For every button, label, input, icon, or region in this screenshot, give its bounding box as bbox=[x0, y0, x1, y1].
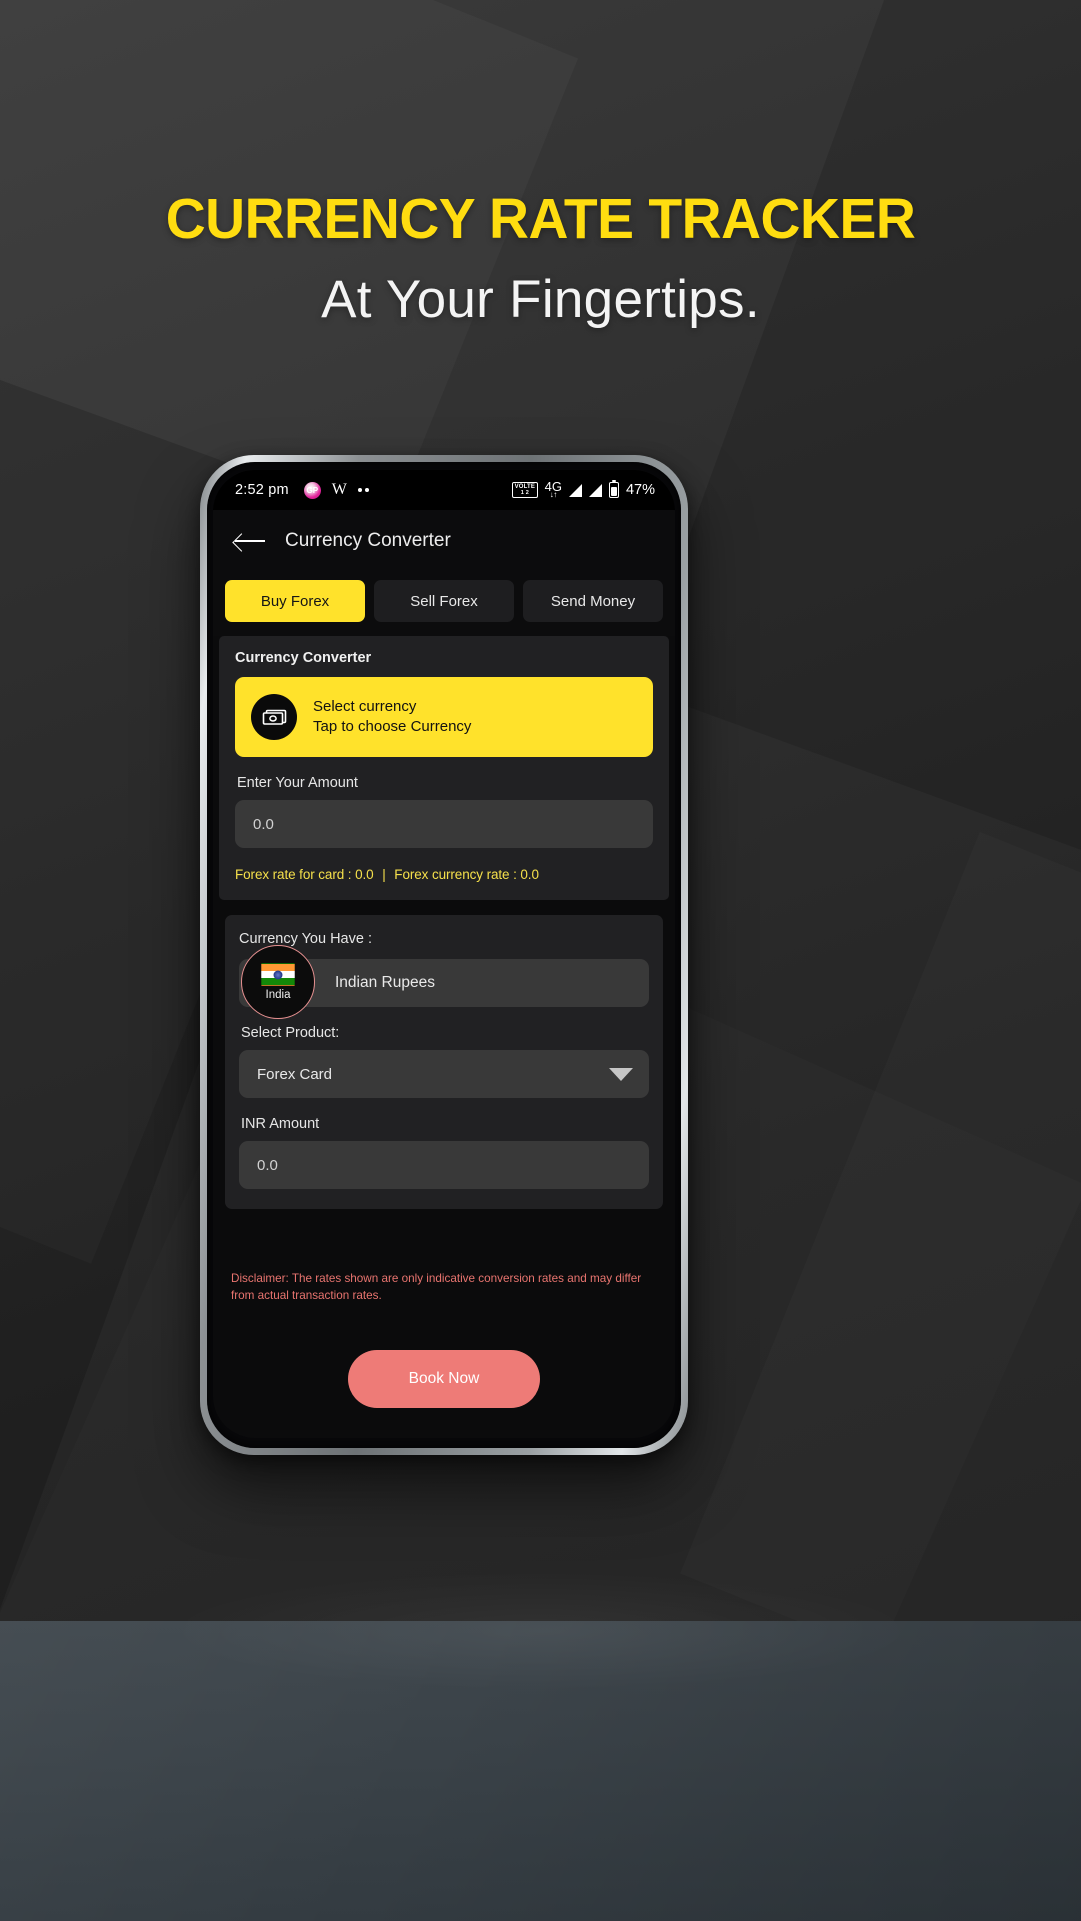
status-system-icons: VOLTE 1 2 4G ↓↑ 47% bbox=[512, 479, 655, 499]
phone-device: 2:52 pm GP W VOLTE 1 2 4G ↓↑ 47% Currenc… bbox=[200, 455, 688, 1455]
floor-glow bbox=[160, 1571, 921, 1691]
converter-card-title: Currency Converter bbox=[235, 650, 372, 666]
forex-rate-line: Forex rate for card : 0.0 | Forex curren… bbox=[235, 867, 653, 882]
status-time: 2:52 pm bbox=[235, 482, 289, 498]
book-now-button[interactable]: Book Now bbox=[348, 1350, 540, 1409]
disclaimer-text: Disclaimer: The rates shown are only ind… bbox=[231, 1272, 642, 1302]
money-notes-glyph bbox=[262, 709, 287, 725]
bg-shape-3 bbox=[633, 0, 1081, 927]
money-notes-icon bbox=[251, 694, 297, 740]
cta-container: Book Now bbox=[213, 1350, 675, 1409]
select-product-label: Select Product: bbox=[241, 1025, 340, 1041]
screen-bottom-spacer bbox=[213, 1408, 675, 1438]
amount-label: Enter Your Amount bbox=[237, 775, 358, 791]
select-currency-line2: Tap to choose Currency bbox=[313, 718, 472, 735]
forex-currency-rate: Forex currency rate : 0.0 bbox=[394, 867, 539, 882]
currency-selector-row: India Indian Rupees bbox=[239, 945, 649, 1019]
volte-label: VOLTE bbox=[514, 483, 536, 490]
wikipedia-icon: W bbox=[331, 481, 347, 498]
phone-bezel: 2:52 pm GP W VOLTE 1 2 4G ↓↑ 47% Currenc… bbox=[207, 462, 681, 1448]
more-dots-icon bbox=[357, 488, 369, 492]
status-notification-icons: GP W bbox=[303, 481, 369, 499]
status-bar: 2:52 pm GP W VOLTE 1 2 4G ↓↑ 47% bbox=[213, 470, 675, 510]
volte-icon: VOLTE 1 2 bbox=[512, 481, 538, 499]
currency-you-have-label: Currency You Have : bbox=[239, 931, 372, 947]
back-arrow-icon[interactable] bbox=[235, 530, 265, 552]
forex-rate-card: Forex rate for card : 0.0 bbox=[235, 867, 374, 882]
volte-sims: 1 2 bbox=[520, 489, 529, 496]
signal-bars-sim1-icon bbox=[568, 483, 582, 497]
select-product-value: Forex Card bbox=[257, 1065, 333, 1083]
chevron-down-icon bbox=[609, 1067, 633, 1081]
tab-send-money[interactable]: Send Money bbox=[523, 580, 663, 622]
network-type-icon: 4G ↓↑ bbox=[545, 480, 562, 499]
india-flag-badge[interactable]: India bbox=[241, 945, 315, 1019]
inr-amount-input[interactable]: 0.0 bbox=[239, 1141, 649, 1189]
currency-you-have-card: Currency You Have : India Indian Rupees … bbox=[225, 915, 663, 1209]
app-bar: Currency Converter bbox=[213, 510, 675, 572]
tab-buy-forex[interactable]: Buy Forex bbox=[225, 580, 365, 622]
select-product-dropdown[interactable]: Forex Card bbox=[239, 1050, 649, 1098]
amount-input[interactable]: 0.0 bbox=[235, 800, 653, 848]
page-title: Currency Converter bbox=[285, 530, 451, 551]
poster-canvas: CURRENCY RATE TRACKER At Your Fingertips… bbox=[0, 0, 1081, 1921]
currency-converter-card: Currency Converter Select currency Tap t bbox=[219, 636, 669, 900]
select-currency-text: Select currency Tap to choose Currency bbox=[313, 697, 471, 738]
flag-country-label: India bbox=[265, 989, 291, 1001]
tab-bar: Buy Forex Sell Forex Send Money bbox=[213, 572, 675, 636]
poster-headline-block: CURRENCY RATE TRACKER At Your Fingertips… bbox=[0, 186, 1081, 330]
rate-separator: | bbox=[382, 867, 386, 882]
poster-subheadline: At Your Fingertips. bbox=[321, 270, 760, 329]
select-currency-line1: Select currency bbox=[313, 697, 417, 715]
phone-screen: 2:52 pm GP W VOLTE 1 2 4G ↓↑ 47% Currenc… bbox=[213, 470, 675, 1438]
signal-bars-sim2-icon bbox=[588, 483, 602, 497]
poster-headline: CURRENCY RATE TRACKER bbox=[165, 187, 916, 251]
battery-percent: 47% bbox=[625, 482, 655, 498]
india-flag-icon bbox=[261, 963, 295, 986]
battery-icon bbox=[608, 479, 619, 498]
gp-app-icon: GP bbox=[303, 481, 321, 499]
inr-amount-label: INR Amount bbox=[241, 1116, 320, 1132]
select-currency-button[interactable]: Select currency Tap to choose Currency bbox=[235, 677, 653, 757]
tab-sell-forex[interactable]: Sell Forex bbox=[374, 580, 514, 622]
